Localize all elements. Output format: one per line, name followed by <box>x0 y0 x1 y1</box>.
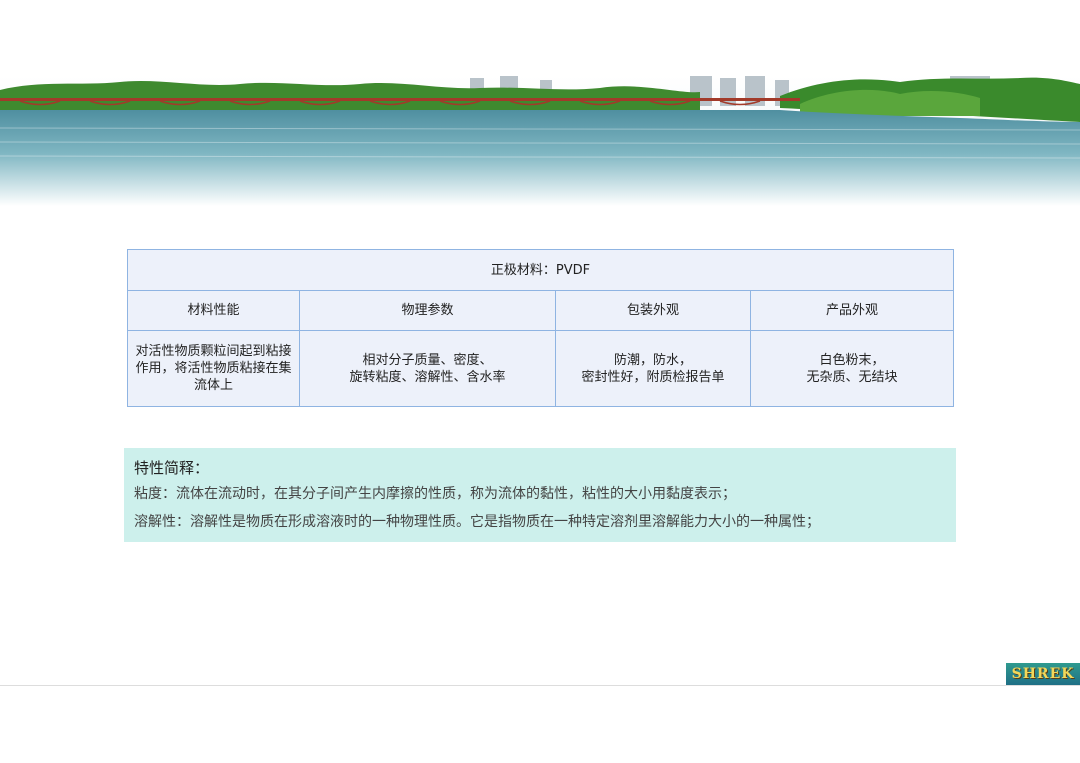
notes-line-viscosity: 粘度：流体在流动时，在其分子间产生内摩擦的性质，称为流体的黏性，粘性的大小用黏度… <box>134 486 736 502</box>
column-header: 材料性能 <box>127 290 300 331</box>
table-row: 对活性物质颗粒间起到粘接 作用，将活性物质粘接在集 流体上 相对分子质量、密度、… <box>127 330 955 407</box>
header-banner-image <box>0 76 1080 206</box>
column-header: 包装外观 <box>555 290 751 331</box>
notes-title: 特性简释： <box>134 459 210 477</box>
logo-text: SHREK <box>1011 666 1075 682</box>
table-cell: 白色粉末， 无杂质、无结块 <box>749 330 955 407</box>
column-header: 产品外观 <box>749 290 955 331</box>
table-cell: 相对分子质量、密度、 旋转粘度、溶解性、含水率 <box>299 330 556 407</box>
table-cell: 防潮，防水， 密封性好，附质检报告单 <box>555 330 751 407</box>
table-title: 正极材料：PVDF <box>126 249 955 291</box>
footer-divider <box>0 685 1080 686</box>
company-logo: SHREK <box>1006 663 1080 685</box>
table-cell: 对活性物质颗粒间起到粘接 作用，将活性物质粘接在集 流体上 <box>127 330 300 407</box>
property-notes-box: 特性简释： 粘度：流体在流动时，在其分子间产生内摩擦的性质，称为流体的黏性，粘性… <box>124 448 956 542</box>
notes-line-solubility: 溶解性：溶解性是物质在形成溶液时的一种物理性质。它是指物质在一种特定溶剂里溶解能… <box>134 514 820 530</box>
column-header: 物理参数 <box>299 290 556 331</box>
material-properties-table: 正极材料：PVDF 材料性能 物理参数 包装外观 产品外观 对活性物质颗粒间起到… <box>126 249 955 407</box>
